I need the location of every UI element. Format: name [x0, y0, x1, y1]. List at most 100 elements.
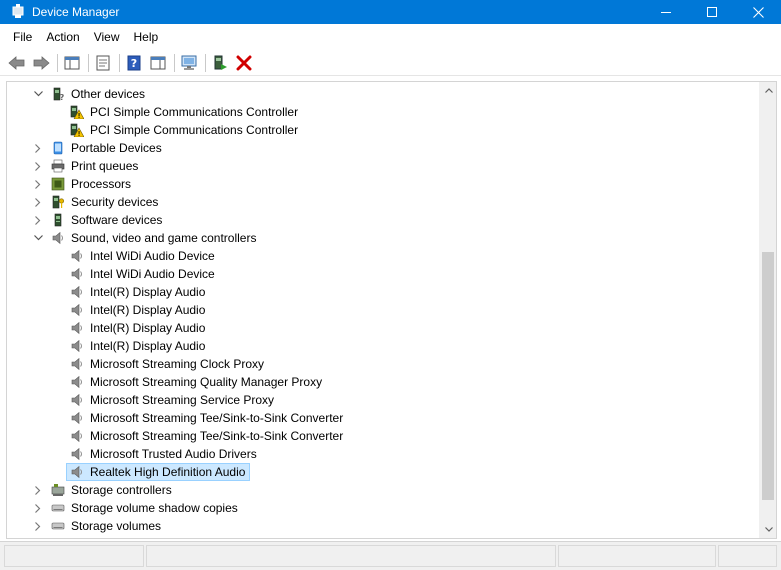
vertical-scrollbar[interactable]	[759, 82, 776, 538]
back-button[interactable]	[6, 52, 28, 74]
tree-device[interactable]: Intel(R) Display Audio	[7, 337, 760, 355]
menu-action[interactable]: Action	[39, 27, 86, 47]
tree-category[interactable]: Storage volume shadow copies	[7, 499, 760, 517]
tree-item-label: Other devices	[71, 87, 146, 101]
close-button[interactable]	[735, 0, 781, 24]
speaker-icon	[70, 447, 84, 461]
speaker-icon	[70, 429, 84, 443]
menu-file[interactable]: File	[6, 27, 39, 47]
status-bar	[0, 541, 781, 570]
tree-category[interactable]: ? Other devices	[7, 85, 760, 103]
toolbar-separator	[119, 53, 120, 72]
tree-device[interactable]: Microsoft Streaming Tee/Sink-to-Sink Con…	[7, 409, 760, 427]
title-bar: Device Manager	[0, 0, 781, 24]
tree-device[interactable]: Microsoft Streaming Tee/Sink-to-Sink Con…	[7, 427, 760, 445]
chevron-right-icon[interactable]	[32, 139, 44, 157]
properties-button[interactable]	[92, 52, 114, 74]
tree-device[interactable]: Microsoft Trusted Audio Drivers	[7, 445, 760, 463]
tree-category[interactable]: Portable Devices	[7, 139, 760, 157]
chevron-down-icon[interactable]	[32, 229, 44, 247]
scroll-up-button[interactable]	[760, 82, 776, 99]
tree-device[interactable]: Microsoft Streaming Quality Manager Prox…	[7, 373, 760, 391]
warning-device-icon	[70, 123, 85, 138]
other-devices-icon: ?	[51, 87, 65, 102]
scroll-down-button[interactable]	[760, 521, 776, 538]
action-pane-button[interactable]	[147, 52, 169, 74]
toolbar: ?	[0, 50, 781, 76]
software-device-icon	[51, 213, 65, 227]
chevron-right-icon[interactable]	[32, 157, 44, 175]
tree-device[interactable]: Intel WiDi Audio Device	[7, 265, 760, 283]
speaker-icon	[70, 267, 84, 281]
show-hide-console-tree-button[interactable]	[61, 52, 83, 74]
chevron-right-icon[interactable]	[32, 499, 44, 517]
portable-device-icon	[51, 141, 65, 155]
tree-device[interactable]: Microsoft Streaming Clock Proxy	[7, 355, 760, 373]
chevron-right-icon[interactable]	[32, 517, 44, 535]
status-cell	[718, 545, 777, 567]
printer-icon	[51, 159, 65, 173]
speaker-icon	[70, 357, 84, 371]
action-pane-icon	[150, 56, 166, 69]
svg-text:?: ?	[131, 57, 137, 70]
tree-item-label: Realtek High Definition Audio	[90, 465, 246, 479]
tree-item-label: PCI Simple Communications Controller	[90, 105, 299, 119]
chevron-right-icon[interactable]	[32, 481, 44, 499]
drive-icon	[51, 501, 65, 515]
tree-device[interactable]: Intel(R) Display Audio	[7, 301, 760, 319]
tree-item-label: Intel(R) Display Audio	[90, 321, 206, 335]
speaker-icon	[70, 303, 84, 317]
tree-item-label: PCI Simple Communications Controller	[90, 123, 299, 137]
tree-device[interactable]: PCI Simple Communications Controller	[7, 103, 760, 121]
scrollbar-thumb[interactable]	[762, 252, 774, 500]
status-cell	[146, 545, 556, 567]
uninstall-device-icon	[236, 55, 252, 70]
tree-category[interactable]: Storage controllers	[7, 481, 760, 499]
tree-device[interactable]: Intel WiDi Audio Device	[7, 247, 760, 265]
tree-category[interactable]: Security devices	[7, 193, 760, 211]
help-button[interactable]: ?	[123, 52, 145, 74]
tree-device[interactable]: Microsoft Streaming Service Proxy	[7, 391, 760, 409]
minimize-icon	[661, 11, 671, 13]
chevron-right-icon[interactable]	[32, 211, 44, 229]
maximize-button[interactable]	[689, 0, 735, 24]
device-tree: ? Other devices PCI Simple Communications …	[7, 85, 760, 535]
tree-item-label: Microsoft Streaming Tee/Sink-to-Sink Con…	[90, 411, 344, 425]
tree-item-label: Microsoft Streaming Quality Manager Prox…	[90, 375, 323, 389]
forward-button[interactable]	[30, 52, 52, 74]
tree-device[interactable]: PCI Simple Communications Controller	[7, 121, 760, 139]
speaker-icon	[70, 339, 84, 353]
back-arrow-icon	[8, 55, 25, 70]
tree-category[interactable]: Storage volumes	[7, 517, 760, 535]
device-manager-icon	[10, 4, 26, 20]
chevron-down-icon[interactable]	[32, 85, 44, 103]
tree-item-label: Security devices	[71, 195, 159, 209]
close-icon	[752, 6, 764, 18]
tree-device[interactable]: Intel(R) Display Audio	[7, 319, 760, 337]
tree-category[interactable]: Processors	[7, 175, 760, 193]
chevron-right-icon[interactable]	[32, 193, 44, 211]
menu-help[interactable]: Help	[127, 27, 166, 47]
processor-icon	[51, 177, 65, 191]
tree-item-label: Print queues	[71, 159, 139, 173]
tree-item-label: Microsoft Streaming Clock Proxy	[90, 357, 265, 371]
device-tree-pane[interactable]: ? Other devices PCI Simple Communications …	[6, 81, 777, 539]
tree-item-label: Storage controllers	[71, 483, 172, 497]
tree-item-label: Intel WiDi Audio Device	[90, 249, 215, 263]
scan-hardware-button[interactable]	[178, 52, 200, 74]
tree-item-label: Microsoft Streaming Service Proxy	[90, 393, 275, 407]
tree-category[interactable]: Print queues	[7, 157, 760, 175]
speaker-icon	[70, 375, 84, 389]
tree-device[interactable]: Intel(R) Display Audio	[7, 283, 760, 301]
minimize-button[interactable]	[643, 0, 689, 24]
uninstall-device-button[interactable]	[233, 52, 255, 74]
chevron-up-icon	[764, 88, 773, 93]
warning-device-icon	[70, 105, 85, 120]
chevron-right-icon[interactable]	[32, 175, 44, 193]
tree-category[interactable]: Software devices	[7, 211, 760, 229]
tree-item-label: Processors	[71, 177, 132, 191]
menu-view[interactable]: View	[87, 27, 127, 47]
update-driver-button[interactable]	[209, 52, 231, 74]
tree-category[interactable]: Sound, video and game controllers	[7, 229, 760, 247]
tree-device[interactable]: Realtek High Definition Audio	[7, 463, 760, 481]
